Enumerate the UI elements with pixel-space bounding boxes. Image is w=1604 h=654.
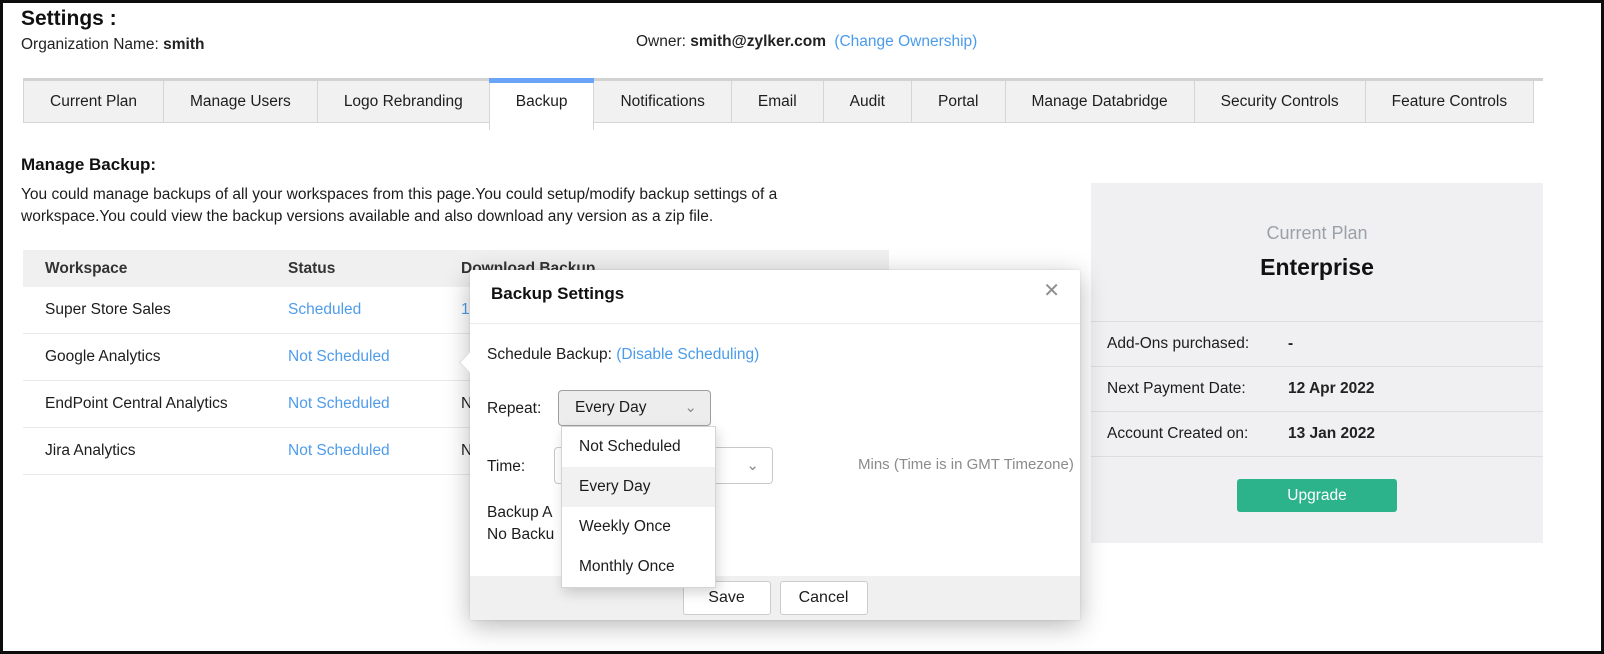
- time-label: Time:: [487, 458, 525, 476]
- workspace-name: Google Analytics: [23, 348, 288, 366]
- cancel-button[interactable]: Cancel: [780, 581, 868, 615]
- backup-settings-modal: Backup Settings ✕ Schedule Backup: (Disa…: [470, 270, 1080, 620]
- owner-label: Owner:: [636, 33, 686, 50]
- disable-scheduling-link[interactable]: (Disable Scheduling): [616, 346, 759, 363]
- repeat-select-value: Every Day: [575, 399, 647, 416]
- tab-email[interactable]: Email: [731, 81, 824, 123]
- current-plan-panel: Current Plan Enterprise Add-Ons purchase…: [1091, 183, 1543, 543]
- column-header-workspace: Workspace: [23, 260, 288, 278]
- manage-backup-description: You could manage backups of all your wor…: [21, 184, 777, 227]
- schedule-backup-line: Schedule Backup: (Disable Scheduling): [487, 346, 759, 364]
- tab-manage-users[interactable]: Manage Users: [163, 81, 318, 123]
- plan-row-addons: Add-Ons purchased: -: [1091, 322, 1543, 367]
- column-header-status: Status: [288, 260, 461, 278]
- tab-current-plan[interactable]: Current Plan: [23, 81, 164, 123]
- workspace-name: Super Store Sales: [23, 301, 288, 319]
- page-title: Settings :: [21, 7, 117, 31]
- next-payment-value: 12 Apr 2022: [1288, 380, 1374, 398]
- tab-security-controls[interactable]: Security Controls: [1194, 81, 1366, 123]
- close-icon[interactable]: ✕: [1043, 281, 1060, 301]
- download-backup-link[interactable]: 1: [461, 301, 470, 318]
- current-plan-heading: Current Plan: [1091, 223, 1543, 244]
- status-link[interactable]: Not Scheduled: [288, 395, 390, 412]
- dropdown-option-every-day[interactable]: Every Day: [562, 467, 715, 507]
- tab-backup[interactable]: Backup: [489, 81, 595, 130]
- description-line-1: You could manage backups of all your wor…: [21, 184, 777, 206]
- addons-label: Add-Ons purchased:: [1107, 335, 1288, 353]
- tab-audit[interactable]: Audit: [823, 81, 912, 123]
- repeat-dropdown-list: Not Scheduled Every Day Weekly Once Mont…: [561, 426, 716, 588]
- upgrade-button[interactable]: Upgrade: [1237, 479, 1397, 512]
- tab-portal[interactable]: Portal: [911, 81, 1006, 123]
- addons-value: -: [1288, 335, 1293, 353]
- plan-row-next-payment: Next Payment Date: 12 Apr 2022: [1091, 367, 1543, 412]
- modal-title: Backup Settings: [491, 284, 624, 304]
- dropdown-option-weekly-once[interactable]: Weekly Once: [562, 507, 715, 547]
- change-ownership-link[interactable]: (Change Ownership): [834, 33, 977, 50]
- repeat-label: Repeat:: [487, 400, 541, 418]
- plan-name: Enterprise: [1091, 254, 1543, 281]
- organization-name: Organization Name: smith: [21, 36, 205, 54]
- backup-availability-text: Backup A: [487, 504, 553, 522]
- status-link[interactable]: Not Scheduled: [288, 442, 390, 459]
- account-created-label: Account Created on:: [1107, 425, 1288, 443]
- tab-manage-databridge[interactable]: Manage Databridge: [1005, 81, 1195, 123]
- timezone-note: Mins (Time is in GMT Timezone): [858, 456, 1074, 473]
- tab-logo-rebranding[interactable]: Logo Rebranding: [317, 81, 490, 123]
- workspace-name: EndPoint Central Analytics: [23, 395, 288, 413]
- organization-name-value: smith: [163, 36, 204, 53]
- plan-row-account-created: Account Created on: 13 Jan 2022: [1091, 412, 1543, 457]
- owner-info: Owner: smith@zylker.com (Change Ownershi…: [636, 33, 977, 51]
- schedule-backup-label: Schedule Backup:: [487, 346, 616, 363]
- owner-email: smith@zylker.com: [690, 33, 826, 50]
- next-payment-label: Next Payment Date:: [1107, 380, 1288, 398]
- description-line-2: workspace.You could view the backup vers…: [21, 206, 777, 228]
- no-backup-text: No Backu: [487, 526, 554, 544]
- status-link[interactable]: Scheduled: [288, 301, 361, 318]
- manage-backup-heading: Manage Backup:: [21, 155, 156, 175]
- dropdown-option-monthly-once[interactable]: Monthly Once: [562, 547, 715, 587]
- account-created-value: 13 Jan 2022: [1288, 425, 1375, 443]
- settings-tab-strip: Current Plan Manage Users Logo Rebrandin…: [23, 78, 1543, 130]
- tab-feature-controls[interactable]: Feature Controls: [1365, 81, 1534, 123]
- tab-notifications[interactable]: Notifications: [593, 81, 731, 123]
- repeat-select[interactable]: Every Day ⌄: [558, 390, 711, 426]
- chevron-down-icon: ⌄: [684, 391, 697, 425]
- chevron-down-icon: ⌄: [746, 448, 759, 483]
- dropdown-option-not-scheduled[interactable]: Not Scheduled: [562, 427, 715, 467]
- plan-details: Add-Ons purchased: - Next Payment Date: …: [1091, 321, 1543, 457]
- organization-name-label: Organization Name:: [21, 36, 159, 53]
- settings-page: { "colors":{ "accent_blue":"#6aa4f8", "l…: [0, 0, 1604, 654]
- modal-divider: [470, 323, 1080, 324]
- status-link[interactable]: Not Scheduled: [288, 348, 390, 365]
- workspace-name: Jira Analytics: [23, 442, 288, 460]
